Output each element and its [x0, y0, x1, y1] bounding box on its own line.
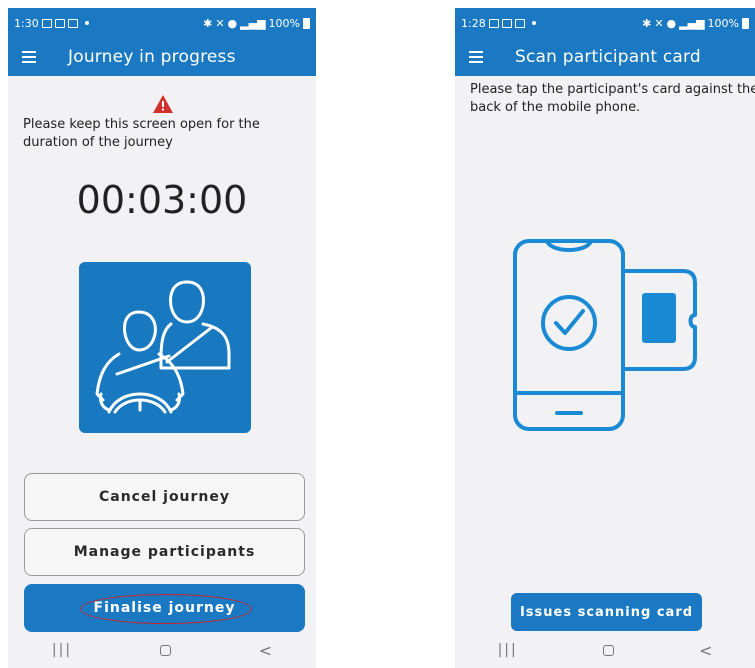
app-bar: 1:30 ✱ ✕ ● ▂▄▆ 100% Journey in progress: [8, 8, 316, 76]
home-icon[interactable]: [159, 644, 171, 656]
cancel-journey-button[interactable]: Cancel journey: [24, 473, 305, 521]
teams-notification-icon: [54, 18, 65, 28]
more-notifications-icon: [531, 21, 536, 25]
signal-icon: ▂▄▆: [240, 16, 266, 30]
system-nav-bar: ||| <: [455, 632, 755, 668]
app-bar: 1:28 ✱ ✕ ● ▂▄▆ 100% Scan participant car…: [455, 8, 755, 76]
bluetooth-icon: ✱: [203, 16, 213, 30]
issues-scanning-card-button[interactable]: Issues scanning card: [511, 593, 702, 631]
tap-card-instruction: Please tap the participant's card agains…: [470, 82, 755, 115]
location-icon: ●: [666, 16, 677, 30]
journey-timer: 00:03:00: [76, 178, 248, 222]
mute-icon: ✕: [654, 16, 664, 30]
manage-participants-button[interactable]: Manage participants: [24, 528, 305, 576]
keep-open-message: Please keep this screen open for the dur…: [23, 117, 260, 150]
status-bar: 1:30 ✱ ✕ ● ▂▄▆ 100%: [14, 14, 310, 32]
driver-passenger-seatbelt-icon: [79, 262, 251, 433]
page-title: Scan participant card: [515, 47, 701, 67]
battery-icon: [742, 17, 749, 29]
status-time: 1:28: [461, 16, 486, 30]
teams-notification-icon: [67, 18, 78, 28]
gallery-notification-icon: [41, 18, 52, 28]
location-icon: ●: [227, 16, 238, 30]
menu-icon[interactable]: [469, 51, 483, 63]
status-time: 1:30: [14, 16, 39, 30]
battery-icon: [303, 17, 310, 29]
bluetooth-icon: ✱: [642, 16, 652, 30]
signal-icon: ▂▄▆: [679, 16, 705, 30]
phone-card-tap-icon: [513, 239, 697, 431]
system-nav-bar: ||| <: [8, 632, 316, 668]
message-notification-icon: [514, 18, 525, 28]
page-title: Journey in progress: [68, 47, 236, 67]
recent-apps-icon[interactable]: |||: [498, 642, 518, 658]
back-icon[interactable]: <: [699, 641, 712, 660]
finalise-journey-button[interactable]: Finalise journey: [24, 584, 305, 632]
battery-level: 100%: [268, 16, 300, 30]
home-icon[interactable]: [602, 644, 614, 656]
journey-screen: 1:30 ✱ ✕ ● ▂▄▆ 100% Journey in progress: [8, 8, 316, 668]
more-notifications-icon: [84, 21, 89, 25]
mute-icon: ✕: [215, 16, 225, 30]
back-icon[interactable]: <: [259, 641, 272, 660]
menu-icon[interactable]: [22, 51, 36, 63]
scan-card-screen: 1:28 ✱ ✕ ● ▂▄▆ 100% Scan participant car…: [455, 8, 755, 668]
battery-level: 100%: [707, 16, 739, 30]
gallery-notification-icon: [488, 18, 499, 28]
status-bar: 1:28 ✱ ✕ ● ▂▄▆ 100%: [461, 14, 749, 32]
teams-notification-icon: [501, 18, 512, 28]
recent-apps-icon[interactable]: |||: [52, 642, 72, 658]
warning-icon: [153, 95, 173, 113]
